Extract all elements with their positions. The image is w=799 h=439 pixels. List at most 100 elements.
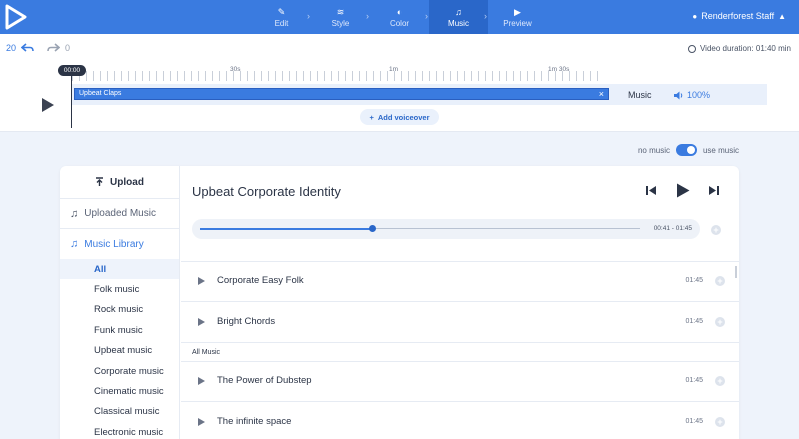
- music-list-icon: ♫: [70, 207, 79, 220]
- track-play-icon[interactable]: [198, 418, 205, 426]
- add-track-plus-icon[interactable]: +: [715, 376, 725, 386]
- no-music-label: no music: [637, 145, 670, 155]
- track-duration: 01:45: [685, 318, 703, 325]
- renderforest-logo-icon[interactable]: [4, 4, 28, 30]
- track-row[interactable]: The infinite space 01:45 +: [181, 403, 739, 439]
- track-row[interactable]: Corporate Easy Folk 01:45 +: [181, 262, 739, 302]
- chevron-right-icon: ›: [307, 11, 310, 21]
- music-note-icon: ♫: [455, 6, 462, 17]
- add-track-plus-icon[interactable]: +: [711, 225, 721, 235]
- sidebar-item-uploaded-music[interactable]: ♫ Uploaded Music: [60, 199, 179, 229]
- pencil-icon: ✎: [277, 6, 286, 17]
- progress-knob[interactable]: [368, 225, 376, 232]
- upload-icon: [96, 177, 104, 186]
- tab-color[interactable]: ◐ Color: [370, 0, 429, 34]
- sidebar-item-label: Uploaded Music: [84, 208, 156, 219]
- speaker-icon: [674, 91, 683, 99]
- music-clip[interactable]: Upbeat Claps ×: [74, 88, 609, 100]
- user-menu[interactable]: ● Renderforest Staff ▲: [692, 11, 786, 21]
- tab-music[interactable]: ♫ Music: [429, 0, 488, 34]
- category-electronic[interactable]: Electronic music: [60, 422, 179, 439]
- clip-close-icon[interactable]: ×: [599, 89, 604, 99]
- category-classical[interactable]: Classical music: [60, 402, 179, 422]
- video-duration: Video duration: 01:40 min: [687, 44, 791, 53]
- category-rock[interactable]: Rock music: [60, 300, 179, 320]
- chevron-right-icon: ›: [425, 11, 428, 21]
- music-library-icon: ♫: [70, 238, 79, 250]
- add-voiceover-button[interactable]: + Add voiceover: [360, 109, 439, 125]
- chevron-right-icon: ›: [366, 11, 369, 21]
- add-track-plus-icon[interactable]: +: [715, 417, 725, 427]
- track-name: Corporate Easy Folk: [217, 275, 304, 286]
- undo-icon[interactable]: [21, 43, 34, 53]
- music-sidebar: Upload ♫ Uploaded Music ♫ Music Library …: [60, 166, 180, 439]
- music-panel: Upload ♫ Uploaded Music ♫ Music Library …: [60, 166, 739, 439]
- redo-count: 0: [65, 43, 71, 53]
- play-icon[interactable]: [676, 183, 690, 198]
- music-content: Upbeat Corporate Identity 00:41 - 01:45 …: [181, 166, 739, 439]
- plus-icon: +: [369, 112, 374, 122]
- track-duration: 01:45: [685, 377, 703, 384]
- volume-value: 100%: [687, 90, 711, 100]
- tab-label: Music: [448, 18, 469, 28]
- tab-preview[interactable]: ▶ Preview: [488, 0, 547, 34]
- upload-label: Upload: [110, 176, 144, 188]
- tab-label: Edit: [274, 18, 289, 28]
- previous-track-icon[interactable]: [646, 186, 656, 195]
- track-row[interactable]: The Power of Dubstep 01:45 +: [181, 362, 739, 402]
- sidebar-item-label: Music Library: [84, 238, 144, 250]
- chevron-right-icon: ›: [484, 11, 487, 21]
- progress-fill: [200, 227, 372, 230]
- top-navbar: ✎ Edit › ≋ Style › ◐ Color › ♫ Music › ▶ Prev…: [0, 0, 799, 34]
- now-playing-title: Upbeat Corporate Identity: [192, 184, 341, 199]
- track-duration: 01:45: [685, 277, 703, 284]
- caret-icon: ▲: [778, 11, 786, 21]
- add-track-plus-icon[interactable]: +: [715, 317, 725, 327]
- track-name: Bright Chords: [217, 316, 276, 327]
- timeline-panel: 20 0 Video duration: 01:40 min 30s 1m 1m…: [0, 34, 799, 132]
- clock-icon: [687, 44, 696, 53]
- category-upbeat[interactable]: Upbeat music: [60, 341, 179, 361]
- tab-label: Style: [331, 18, 350, 28]
- timeline-play-icon[interactable]: [42, 98, 54, 112]
- music-toggle-switch[interactable]: [675, 144, 697, 156]
- track-play-icon[interactable]: [198, 318, 205, 326]
- category-cinematic[interactable]: Cinematic music: [60, 381, 179, 401]
- timeline-ruler[interactable]: [72, 71, 598, 81]
- track-play-icon[interactable]: [198, 277, 205, 285]
- tab-edit[interactable]: ✎ Edit: [252, 0, 311, 34]
- ruler-mark-1m: 1m: [389, 66, 399, 73]
- add-track-plus-icon[interactable]: +: [715, 276, 725, 286]
- upload-button[interactable]: Upload: [60, 166, 179, 199]
- track-play-icon[interactable]: [198, 377, 205, 385]
- user-icon: ●: [692, 11, 698, 21]
- add-voiceover-label: Add voiceover: [377, 112, 430, 122]
- category-funk[interactable]: Funk music: [60, 320, 179, 340]
- playback-time-range: 00:41 - 01:45: [653, 225, 692, 232]
- playhead-time-badge: 00:00: [58, 65, 86, 76]
- tab-style[interactable]: ≋ Style: [311, 0, 370, 34]
- volume-control[interactable]: 100%: [674, 90, 710, 100]
- section-label-all-music: All Music: [192, 349, 221, 356]
- layers-icon: ≋: [336, 6, 345, 17]
- track-label: Music: [628, 90, 652, 100]
- step-navigation: ✎ Edit › ≋ Style › ◐ Color › ♫ Music › ▶ Prev…: [252, 0, 547, 34]
- category-all[interactable]: All: [60, 259, 179, 280]
- progress-track[interactable]: [200, 225, 640, 232]
- ruler-mark-30s: 30s: [230, 66, 241, 73]
- redo-icon[interactable]: [47, 43, 61, 53]
- track-duration: 01:45: [685, 418, 703, 425]
- user-name: Renderforest Staff: [701, 11, 775, 21]
- track-row[interactable]: Bright Chords 01:45 +: [181, 303, 739, 343]
- ruler-mark-1m30s: 1m 30s: [548, 66, 570, 73]
- play-icon: ▶: [514, 6, 521, 17]
- next-track-icon[interactable]: [709, 186, 719, 195]
- track-name: The Power of Dubstep: [217, 375, 312, 386]
- sidebar-item-music-library[interactable]: ♫ Music Library: [60, 229, 179, 259]
- tab-label: Color: [389, 18, 410, 28]
- clip-name: Upbeat Claps: [79, 90, 122, 97]
- video-duration-text: Video duration: 01:40 min: [699, 44, 791, 53]
- use-music-label: use music: [702, 145, 739, 155]
- category-corporate[interactable]: Corporate music: [60, 361, 179, 381]
- category-folk[interactable]: Folk music: [60, 279, 179, 299]
